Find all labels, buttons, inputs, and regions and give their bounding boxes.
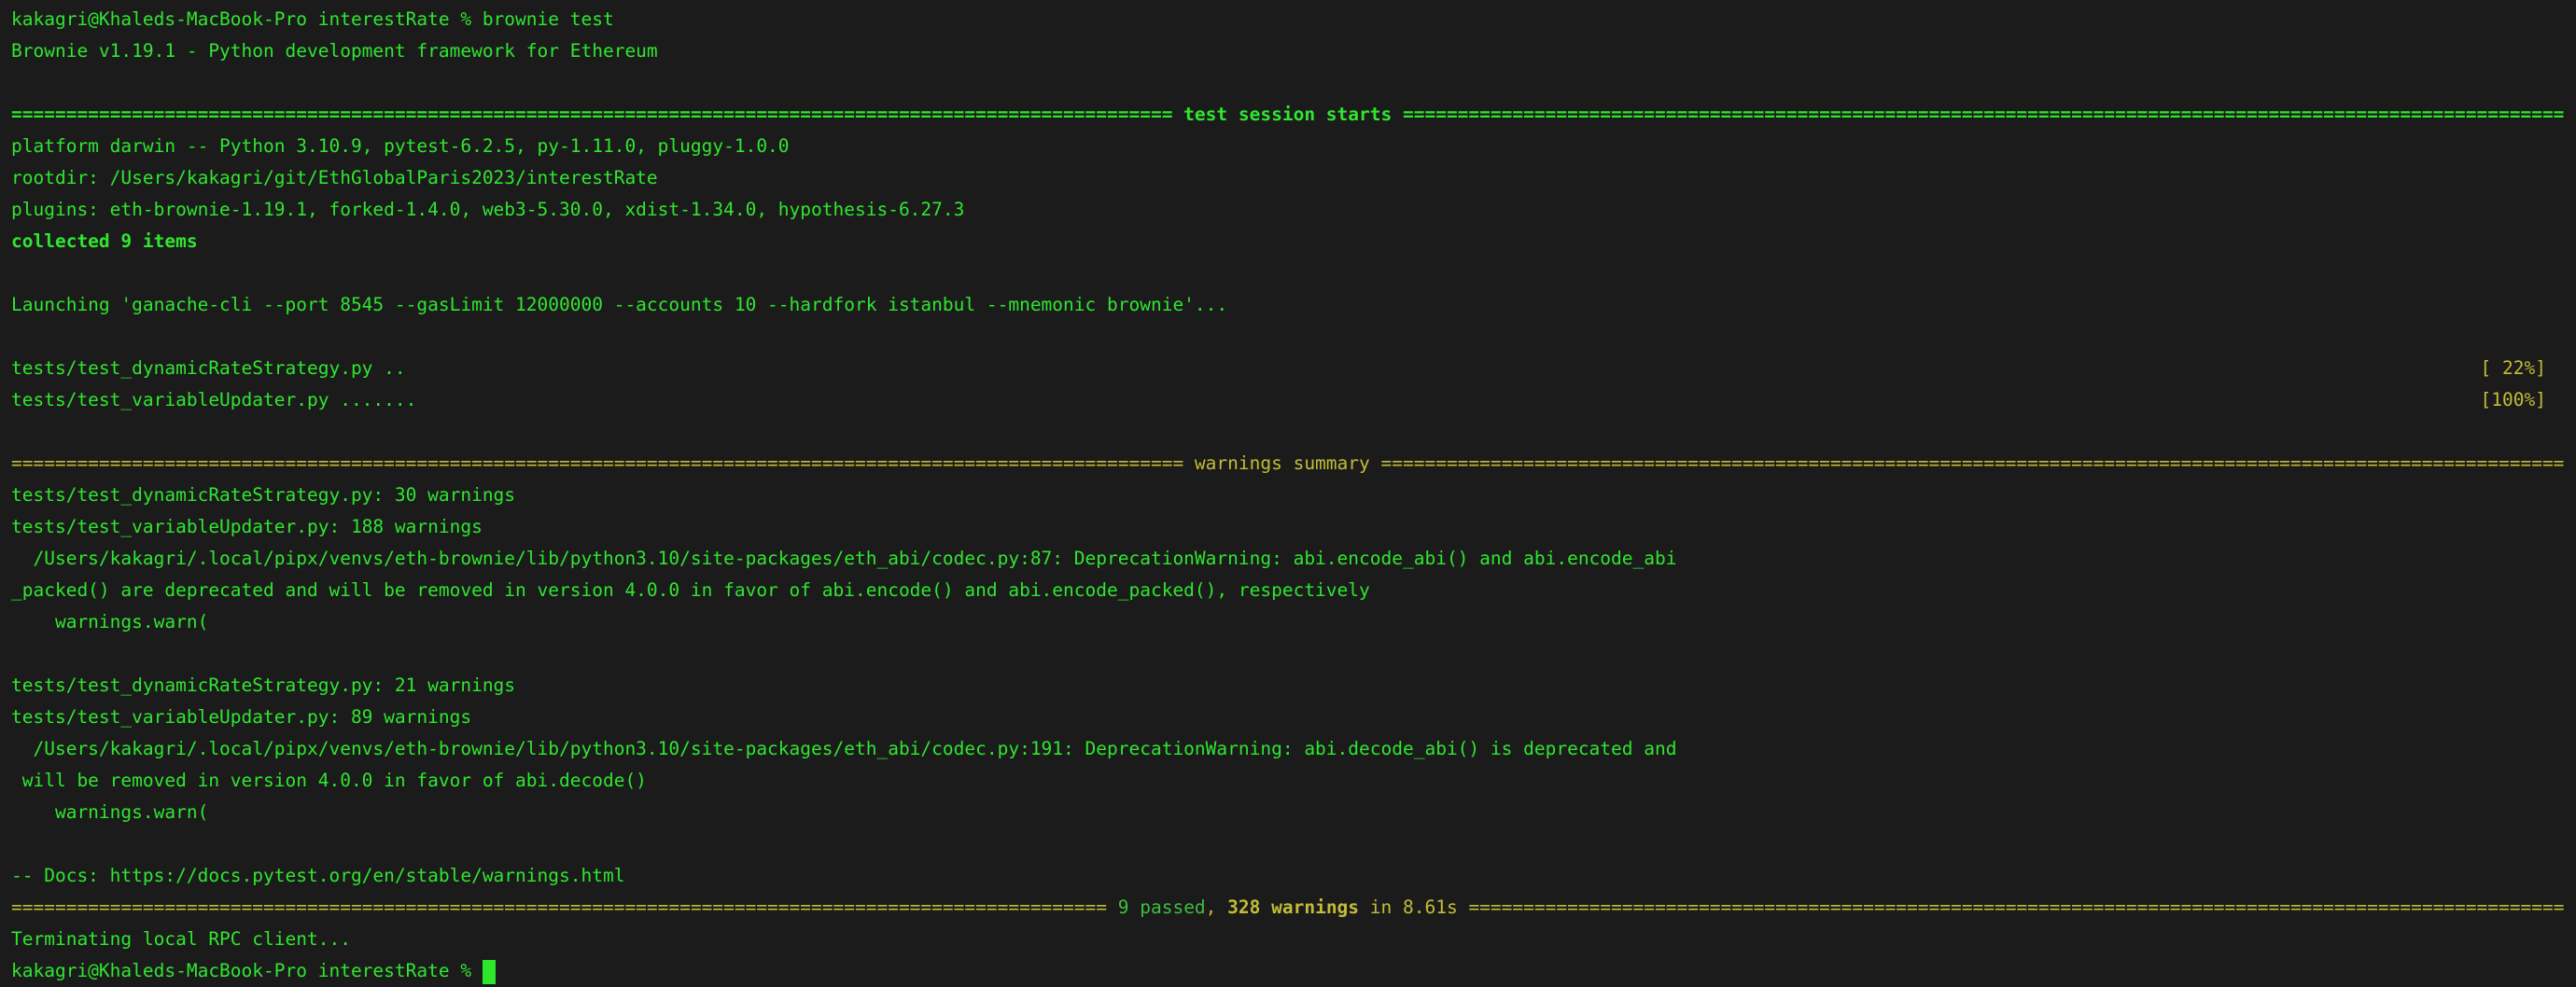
terminal-line: tests/test_dynamicRateStrategy.py .. [ 22… (11, 353, 2576, 384)
terminal-text: , (1205, 897, 1228, 918)
terminal-text: ========================================… (11, 897, 1118, 918)
terminal-text: kakagri@Khaleds-MacBook-Pro interestRate… (11, 960, 483, 981)
terminal-line: /Users/kakagri/.local/pipx/venvs/eth-bro… (11, 733, 2576, 765)
terminal-text: ========================================… (11, 104, 2565, 125)
terminal-text: tests/test_dynamicRateStrategy.py .. (11, 357, 406, 379)
terminal-text: /Users/kakagri/.local/pipx/venvs/eth-bro… (11, 548, 1677, 569)
terminal-line: kakagri@Khaleds-MacBook-Pro interestRate… (11, 4, 2576, 35)
terminal-line: warnings.warn( (11, 606, 2576, 638)
terminal-text: 9 passed (1117, 897, 1206, 918)
terminal-text: /Users/kakagri/.local/pipx/venvs/eth-bro… (11, 738, 1677, 759)
terminal-line: Terminating local RPC client... (11, 924, 2576, 955)
terminal-line: will be removed in version 4.0.0 in favo… (11, 765, 2576, 797)
terminal-line: tests/test_variableUpdater.py ....... [10… (11, 384, 2576, 416)
terminal-line: Launching 'ganache-cli --port 8545 --gas… (11, 289, 2576, 321)
terminal-line: kakagri@Khaleds-MacBook-Pro interestRate… (11, 955, 2576, 987)
terminal-line: tests/test_dynamicRateStrategy.py: 30 wa… (11, 480, 2576, 511)
terminal-text: _packed() are deprecated and will be rem… (11, 579, 1370, 601)
terminal-text: collected 9 items (11, 230, 198, 252)
terminal-text: warnings.warn( (11, 801, 209, 823)
terminal-text: Brownie v1.19.1 - Python development fra… (11, 40, 658, 62)
terminal-text: kakagri@Khaleds-MacBook-Pro interestRate… (11, 8, 614, 30)
terminal-text: tests/test_variableUpdater.py: 89 warnin… (11, 706, 472, 728)
terminal-text: -- Docs: https://docs.pytest.org/en/stab… (11, 865, 625, 886)
terminal-line: Brownie v1.19.1 - Python development fra… (11, 35, 2576, 67)
terminal-text: will be removed in version 4.0.0 in favo… (11, 770, 647, 791)
terminal-cursor (482, 959, 496, 984)
terminal-text: plugins: eth-brownie-1.19.1, forked-1.4.… (11, 199, 965, 220)
terminal-text: tests/test_dynamicRateStrategy.py: 21 wa… (11, 674, 516, 696)
terminal-line: ========================================… (11, 448, 2576, 480)
terminal-text: tests/test_variableUpdater.py: 188 warni… (11, 516, 483, 537)
terminal-output[interactable]: kakagri@Khaleds-MacBook-Pro interestRate… (0, 0, 2576, 984)
test-progress-percent: [ 22%] (2480, 357, 2546, 379)
terminal-line: rootdir: /Users/kakagri/git/EthGlobalPar… (11, 162, 2576, 194)
terminal-text: warnings.warn( (11, 611, 209, 633)
terminal-line: platform darwin -- Python 3.10.9, pytest… (11, 131, 2576, 162)
terminal-line: warnings.warn( (11, 797, 2576, 828)
terminal-line: tests/test_dynamicRateStrategy.py: 21 wa… (11, 670, 2576, 702)
terminal-line: /Users/kakagri/.local/pipx/venvs/eth-bro… (11, 543, 2576, 575)
terminal-text: tests/test_dynamicRateStrategy.py: 30 wa… (11, 484, 516, 506)
terminal-text: rootdir: /Users/kakagri/git/EthGlobalPar… (11, 167, 658, 188)
terminal-text: ========================================… (11, 452, 2565, 474)
terminal-text: tests/test_variableUpdater.py ....... (11, 389, 417, 410)
terminal-text: platform darwin -- Python 3.10.9, pytest… (11, 135, 790, 157)
terminal-line: _packed() are deprecated and will be rem… (11, 575, 2576, 606)
terminal-line: tests/test_variableUpdater.py: 89 warnin… (11, 702, 2576, 733)
terminal-line: collected 9 items (11, 226, 2576, 257)
terminal-line: -- Docs: https://docs.pytest.org/en/stab… (11, 860, 2576, 892)
test-progress-percent: [100%] (2480, 389, 2546, 410)
terminal-line: plugins: eth-brownie-1.19.1, forked-1.4.… (11, 194, 2576, 226)
terminal-text: Launching 'ganache-cli --port 8545 --gas… (11, 294, 1228, 315)
terminal-text: in 8.61s ===============================… (1359, 897, 2565, 918)
terminal-line: tests/test_variableUpdater.py: 188 warni… (11, 511, 2576, 543)
terminal-text: 328 warnings (1227, 897, 1360, 918)
terminal-line: ========================================… (11, 892, 2576, 924)
terminal-line: ========================================… (11, 99, 2576, 131)
terminal-text: Terminating local RPC client... (11, 928, 351, 950)
